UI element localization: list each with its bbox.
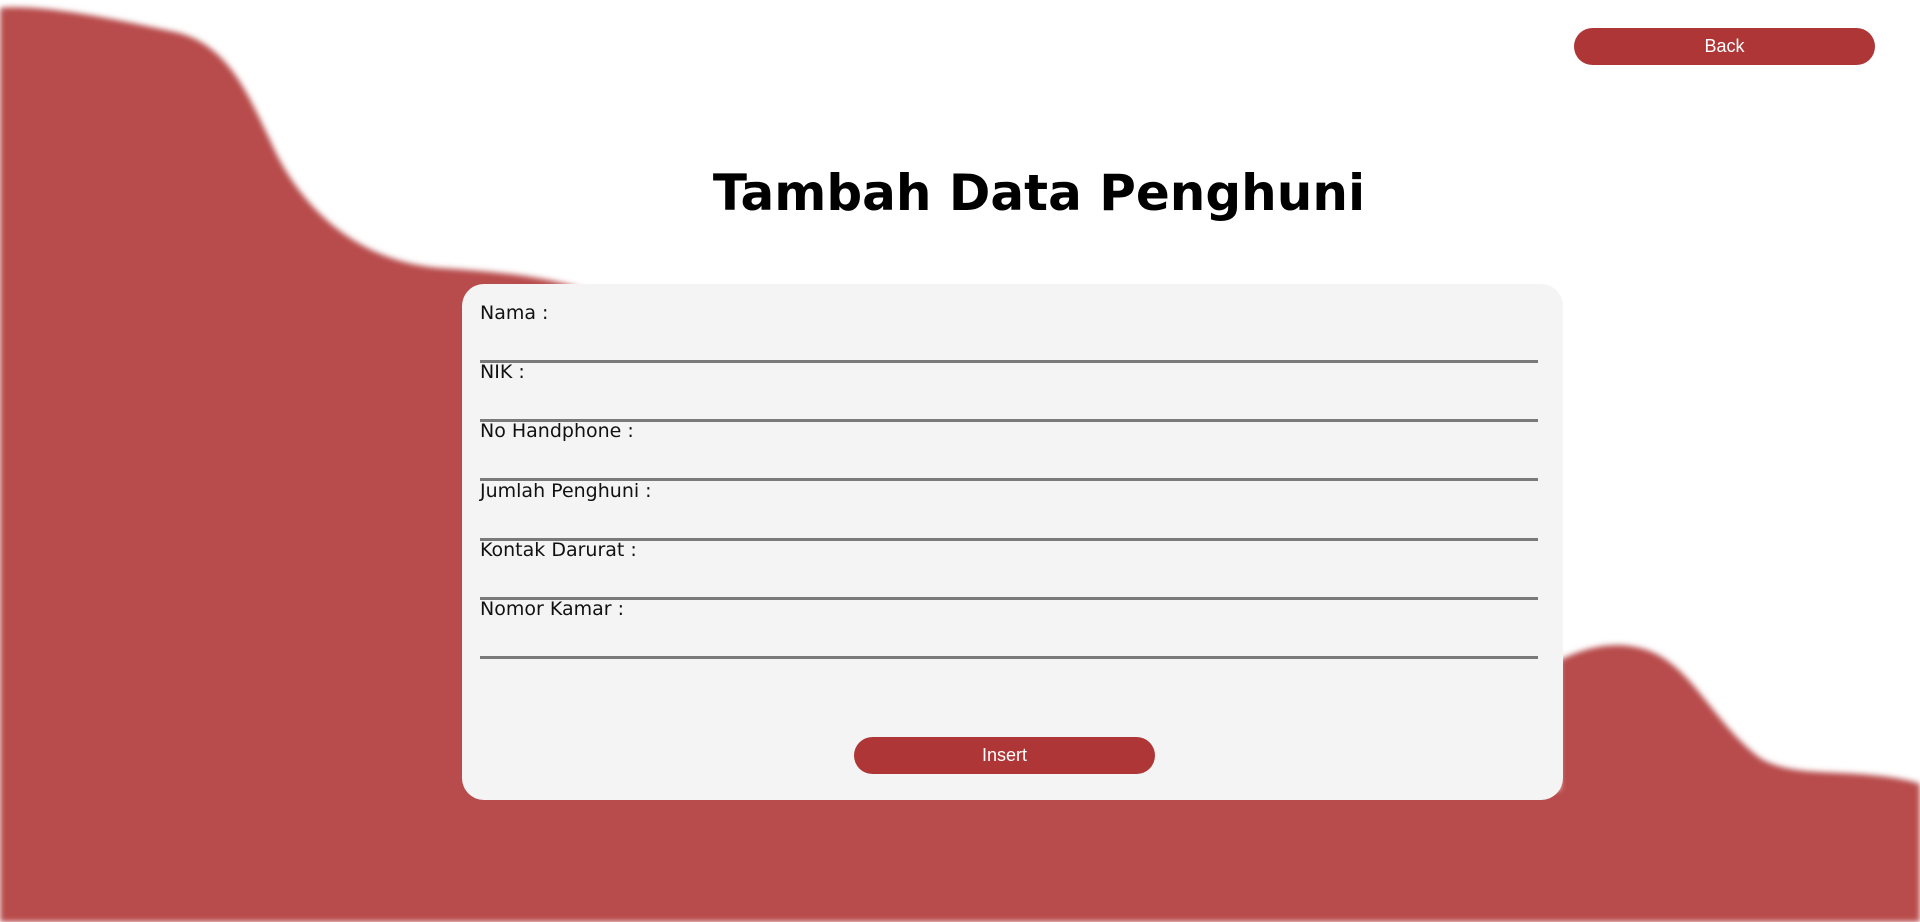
field-label-kontak-darurat: Kontak Darurat :: [480, 539, 637, 561]
field-label-no-handphone: No Handphone :: [480, 420, 634, 442]
form-card: Nama : NIK : No Handphone : Jumlah Pengh…: [462, 284, 1563, 800]
field-label-jumlah-penghuni: Jumlah Penghuni :: [480, 480, 652, 502]
field-label-nomor-kamar: Nomor Kamar :: [480, 598, 624, 620]
page: Back Tambah Data Penghuni Nama : NIK : N…: [0, 0, 1920, 922]
insert-button[interactable]: Insert: [854, 737, 1155, 774]
field-label-nama: Nama :: [480, 302, 549, 324]
nomor-kamar-input[interactable]: [480, 624, 1538, 659]
field-nomor-kamar: Nomor Kamar :: [480, 580, 1538, 659]
field-label-nik: NIK :: [480, 361, 525, 383]
page-title: Tambah Data Penghuni: [712, 164, 1366, 222]
back-button[interactable]: Back: [1574, 28, 1875, 65]
